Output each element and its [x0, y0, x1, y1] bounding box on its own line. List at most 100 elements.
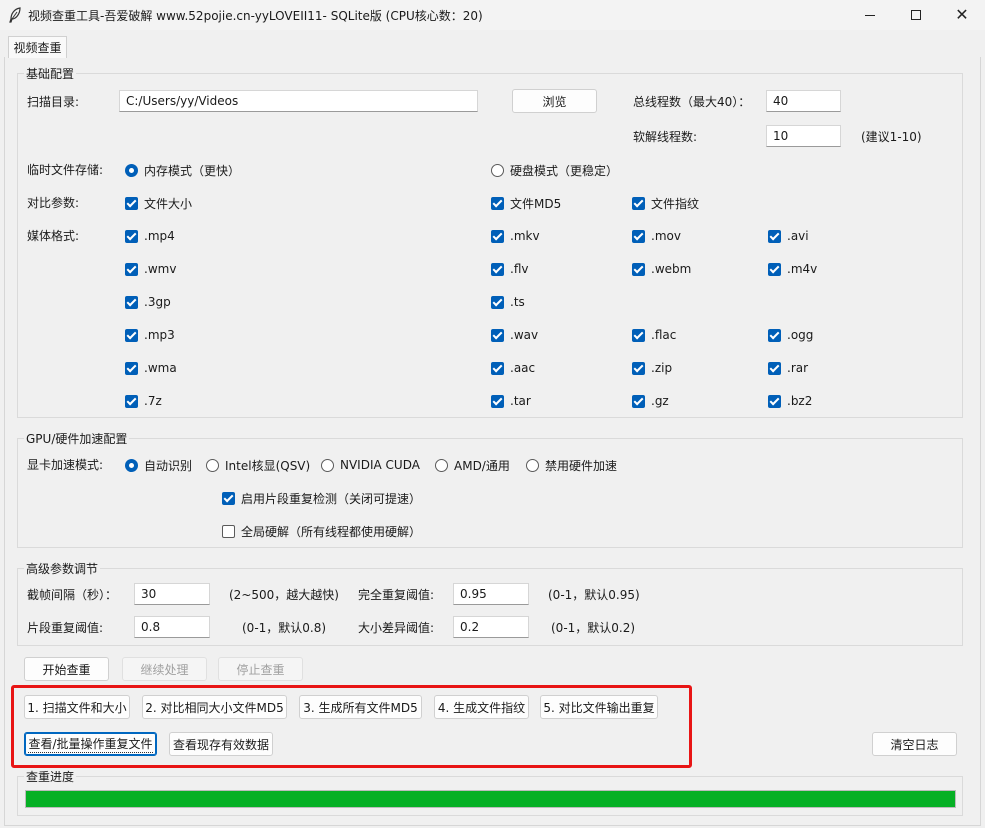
radio-icon — [321, 458, 334, 472]
size-diff-label: 大小差异阈值: — [358, 621, 435, 635]
format-checkbox[interactable]: .m4v — [768, 261, 817, 277]
temp-memory-radio[interactable]: 内存模式（更快） — [125, 162, 240, 178]
frame-interval-hint: (2~500，越大越快) — [229, 588, 339, 602]
tab-video-dedup[interactable]: 视频查重 — [8, 36, 67, 58]
radio-icon — [491, 163, 504, 177]
format-checkbox[interactable]: .rar — [768, 360, 808, 376]
format-label: .webm — [651, 262, 692, 276]
progress-title: 查重进度 — [24, 768, 77, 785]
radio-icon — [435, 458, 448, 472]
gpu-mode-disable-radio[interactable]: 禁用硬件加速 — [526, 457, 617, 473]
advanced-title: 高级参数调节 — [24, 560, 101, 577]
feather-icon — [9, 7, 21, 23]
format-checkbox[interactable]: .gz — [632, 393, 669, 409]
format-checkbox[interactable]: .webm — [632, 261, 691, 277]
frame-interval-input[interactable]: 30 — [134, 583, 210, 605]
stop-button[interactable]: 停止查重 — [218, 657, 303, 681]
temp-disk-label: 硬盘模式（更稳定） — [510, 163, 619, 178]
start-button[interactable]: 开始查重 — [24, 657, 109, 681]
maximize-button[interactable] — [893, 0, 939, 30]
compare-fingerprint-label: 文件指纹 — [651, 196, 700, 211]
soft-threads-label: 软解线程数: — [633, 130, 698, 144]
scan-dir-input[interactable]: C:/Users/yy/Videos — [119, 90, 478, 112]
media-format-label: 媒体格式: — [27, 229, 80, 243]
format-label: .m4v — [787, 262, 818, 276]
radio-icon — [526, 458, 539, 472]
format-label: .flv — [510, 262, 529, 276]
checkbox-icon — [768, 262, 781, 276]
browse-button[interactable]: 浏览 — [512, 89, 597, 113]
checkbox-icon — [125, 394, 138, 408]
checkbox-icon — [491, 295, 504, 309]
format-checkbox[interactable]: .mov — [632, 228, 681, 244]
checkbox-icon — [768, 229, 781, 243]
browse-label: 浏览 — [542, 94, 567, 109]
format-checkbox[interactable]: .zip — [632, 360, 672, 376]
full-dup-input[interactable]: 0.95 — [453, 583, 529, 605]
continue-button[interactable]: 继续处理 — [122, 657, 207, 681]
gpu-mode-amd-radio[interactable]: AMD/通用 — [435, 457, 510, 473]
format-label: .zip — [651, 361, 673, 375]
temp-storage-label: 临时文件存储: — [27, 163, 104, 177]
format-checkbox[interactable]: .bz2 — [768, 393, 812, 409]
format-checkbox[interactable]: .wmv — [125, 261, 176, 277]
temp-disk-radio[interactable]: 硬盘模式（更稳定） — [491, 162, 618, 178]
format-label: .rar — [787, 361, 809, 375]
format-checkbox[interactable]: .tar — [491, 393, 531, 409]
gpu-mode-auto-radio[interactable]: 自动识别 — [125, 457, 192, 473]
temp-memory-label: 内存模式（更快） — [144, 163, 241, 178]
checkbox-icon — [125, 196, 138, 210]
compare-params-label: 对比参数: — [27, 196, 80, 210]
segment-check-label: 启用片段重复检测（关闭可提速） — [241, 491, 422, 506]
frame-interval-label: 截帧间隔（秒）： — [27, 588, 118, 602]
format-checkbox[interactable]: .mp4 — [125, 228, 175, 244]
full-dup-hint: (0-1，默认0.95) — [548, 588, 640, 602]
scan-dir-label: 扫描目录: — [27, 95, 80, 109]
segment-check-checkbox[interactable]: 启用片段重复检测（关闭可提速） — [222, 490, 421, 506]
close-button[interactable]: ✕ — [939, 0, 985, 30]
checkbox-icon — [125, 295, 138, 309]
format-checkbox[interactable]: .ts — [491, 294, 525, 310]
format-label: .gz — [651, 394, 669, 408]
format-checkbox[interactable]: .ogg — [768, 327, 813, 343]
format-checkbox[interactable]: .aac — [491, 360, 535, 376]
compare-md5-checkbox[interactable]: 文件MD5 — [491, 195, 561, 211]
format-checkbox[interactable]: .flv — [491, 261, 528, 277]
continue-label: 继续处理 — [140, 662, 189, 677]
size-diff-input[interactable]: 0.2 — [453, 616, 529, 638]
format-checkbox[interactable]: .wav — [491, 327, 538, 343]
format-label: .mp3 — [144, 328, 175, 342]
compare-size-checkbox[interactable]: 文件大小 — [125, 195, 192, 211]
checkbox-icon — [222, 524, 235, 538]
close-icon: ✕ — [955, 5, 969, 24]
total-threads-label: 总线程数（最大40）： — [633, 95, 751, 109]
checkbox-icon — [632, 328, 645, 342]
minimize-button[interactable] — [847, 0, 893, 30]
format-checkbox[interactable]: .3gp — [125, 294, 171, 310]
format-checkbox[interactable]: .mp3 — [125, 327, 175, 343]
gpu-mode-qsv-radio[interactable]: Intel核显(QSV) — [206, 457, 310, 473]
gpu-mode-label: AMD/通用 — [454, 458, 510, 473]
radio-icon — [206, 458, 219, 472]
soft-threads-input[interactable]: 10 — [766, 125, 841, 147]
seg-dup-input[interactable]: 0.8 — [134, 616, 210, 638]
clear-log-button[interactable]: 清空日志 — [872, 732, 957, 756]
highlight-annotation — [11, 685, 692, 768]
format-label: .mp4 — [144, 229, 175, 243]
format-checkbox[interactable]: .mkv — [491, 228, 540, 244]
global-hw-checkbox[interactable]: 全局硬解（所有线程都使用硬解） — [222, 523, 421, 539]
checkbox-icon — [125, 262, 138, 276]
compare-fingerprint-checkbox[interactable]: 文件指纹 — [632, 195, 699, 211]
gpu-mode-cuda-radio[interactable]: NVIDIA CUDA — [321, 457, 420, 473]
format-checkbox[interactable]: .flac — [632, 327, 676, 343]
radio-icon — [125, 163, 138, 177]
gpu-mode-label: 禁用硬件加速 — [545, 458, 618, 473]
format-checkbox[interactable]: .avi — [768, 228, 809, 244]
checkbox-icon — [491, 262, 504, 276]
checkbox-icon — [768, 394, 781, 408]
format-label: .wma — [144, 361, 177, 375]
gpu-mode-label: NVIDIA CUDA — [340, 458, 420, 472]
total-threads-input[interactable]: 40 — [766, 90, 841, 112]
format-checkbox[interactable]: .wma — [125, 360, 177, 376]
format-checkbox[interactable]: .7z — [125, 393, 162, 409]
